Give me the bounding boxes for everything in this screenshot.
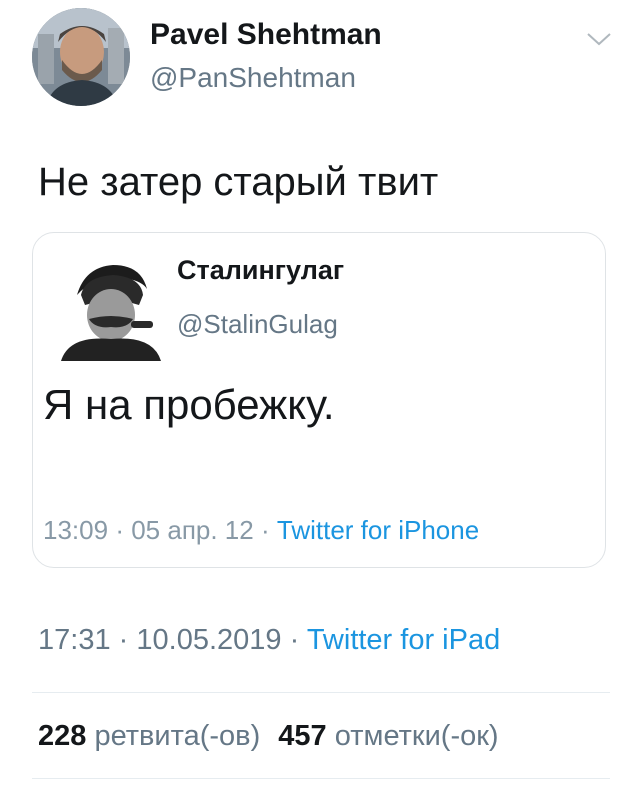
quoted-author-handle[interactable]: @StalinGulag <box>177 309 338 340</box>
likes-stat[interactable]: 457 отметки(-ок) <box>278 720 498 752</box>
likes-label: отметки(-ок) <box>334 720 499 752</box>
retweets-stat[interactable]: 228 ретвита(-ов) <box>38 720 260 752</box>
quoted-author-avatar[interactable] <box>55 249 167 361</box>
meta-separator: · <box>289 624 300 656</box>
quoted-tweet-time: 13:09 <box>43 515 109 545</box>
tweet-time: 17:31 <box>38 624 111 656</box>
meta-separator: · <box>115 515 124 545</box>
chevron-down-icon[interactable] <box>586 30 612 48</box>
retweets-count: 228 <box>38 720 87 752</box>
quoted-tweet-meta: 13:09 · 05 апр. 12 · Twitter for iPhone <box>43 515 479 546</box>
divider <box>32 692 610 693</box>
quoted-tweet-text: Я на пробежку. <box>43 381 335 428</box>
meta-separator: · <box>260 515 270 545</box>
portrait-icon <box>55 249 167 361</box>
quoted-tweet-card[interactable]: Сталингулаг @StalinGulag Я на пробежку. … <box>32 232 606 568</box>
author-handle[interactable]: @PanShehtman <box>150 62 356 94</box>
tweet-stats: 228 ретвита(-ов) 457 отметки(-ок) <box>38 720 499 753</box>
meta-separator: · <box>118 624 129 656</box>
likes-count: 457 <box>278 720 327 752</box>
tweet-date: 10.05.2019 <box>136 624 282 656</box>
author-avatar[interactable] <box>32 8 130 106</box>
retweets-label: ретвита(-ов) <box>94 720 261 752</box>
quoted-tweet-date: 05 апр. 12 <box>131 515 254 545</box>
author-display-name[interactable]: Pavel Shehtman <box>150 18 382 52</box>
user-photo-icon <box>32 8 130 106</box>
tweet-meta: 17:31 · 10.05.2019 · Twitter for iPad <box>38 624 500 657</box>
divider <box>32 778 610 779</box>
tweet-source-link[interactable]: Twitter for iPad <box>307 624 500 656</box>
quoted-tweet-source-link[interactable]: Twitter for iPhone <box>277 515 479 545</box>
quoted-author-display-name[interactable]: Сталингулаг <box>177 255 344 286</box>
tweet-text: Не затер старый твит <box>38 160 439 204</box>
